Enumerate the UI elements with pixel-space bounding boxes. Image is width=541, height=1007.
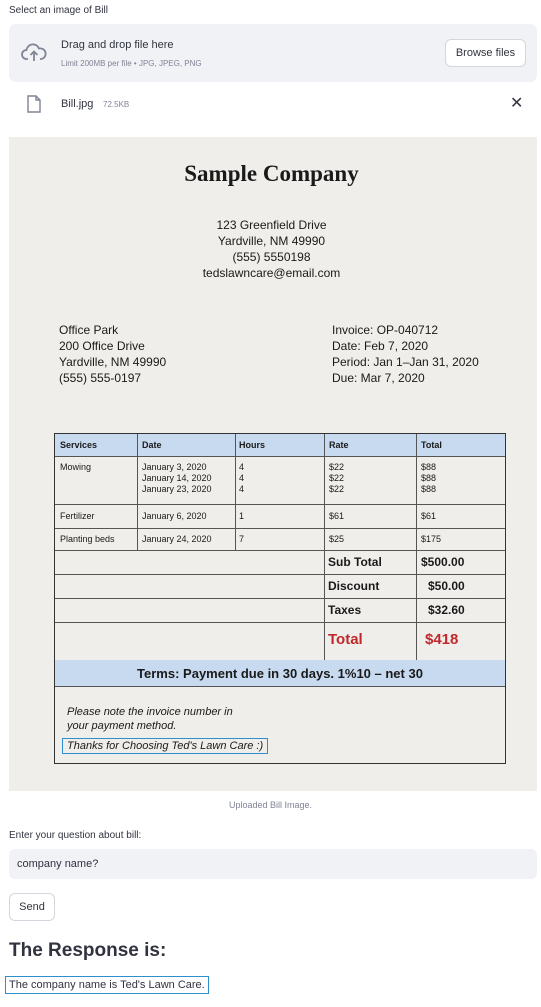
table-cell: 4 4 4 (239, 462, 245, 494)
table-cell: 7 (239, 534, 245, 544)
thanks-text: Thanks for Choosing Ted's Lawn Care :) (62, 738, 269, 754)
response-text: The company name is Ted's Lawn Care. (5, 976, 209, 994)
invoice-info-line: Invoice: OP-040712 (332, 323, 439, 337)
response-title: The Response is: (9, 940, 167, 961)
uploader-label: Select an image of Bill (9, 5, 108, 16)
taxes-label: Taxes (328, 603, 362, 617)
file-icon (27, 95, 41, 113)
bill-to-line: Office Park (59, 323, 119, 337)
table-cell: January 24, 2020 (142, 534, 212, 544)
bill-address-line: (555) 5550198 (232, 250, 311, 264)
invoice-table: Services Date Hours Rate Total Mowing Ja… (54, 433, 506, 764)
cloud-upload-icon (21, 42, 47, 64)
file-size: 72.5KB (103, 100, 130, 109)
table-cell: $61 (421, 511, 437, 521)
subtotal-value: $500.00 (421, 555, 465, 569)
table-cell: $88 $88 $88 (421, 462, 437, 494)
bill-company-name: Sample Company (184, 161, 359, 186)
bill-image: Sample Company 123 Greenfield Drive Yard… (9, 137, 537, 791)
bill-address-line: tedslawncare@email.com (202, 266, 341, 280)
bill-to-line: 200 Office Drive (59, 339, 145, 353)
invoice-info-line: Due: Mar 7, 2020 (332, 371, 425, 385)
close-icon[interactable]: ✕ (510, 96, 523, 112)
table-cell: Mowing (60, 462, 92, 472)
bill-address-line: 123 Greenfield Drive (216, 218, 327, 232)
discount-value: $50.00 (428, 579, 465, 593)
invoice-info-line: Date: Feb 7, 2020 (332, 339, 429, 353)
table-cell: $25 (329, 534, 345, 544)
table-cell: $22 $22 $22 (329, 462, 345, 494)
table-cell: January 6, 2020 (142, 511, 207, 521)
bill-to-block: Office Park 200 Office Drive Yardville, … (59, 322, 166, 386)
send-button[interactable]: Send (9, 893, 55, 921)
table-header: Hours (239, 440, 266, 450)
file-name: Bill.jpg (61, 98, 94, 110)
table-cell: January 3, 2020 January 14, 2020 January… (142, 462, 212, 494)
invoice-info-block: Invoice: OP-040712 Date: Feb 7, 2020 Per… (332, 322, 479, 386)
drop-title: Drag and drop file here (61, 39, 174, 51)
drop-limit-text: Limit 200MB per file • JPG, JPEG, PNG (61, 59, 202, 68)
discount-label: Discount (328, 579, 380, 593)
table-header: Total (421, 440, 442, 450)
uploaded-file-row: Bill.jpg 72.5KB ✕ (0, 94, 541, 116)
total-label: Total (328, 631, 363, 648)
image-caption: Uploaded Bill Image. (228, 800, 313, 810)
subtotal-label: Sub Total (328, 555, 382, 569)
table-cell: Fertilizer (60, 511, 95, 521)
table-cell: Planting beds (60, 534, 115, 544)
bill-to-line: Yardville, NM 49990 (59, 355, 167, 369)
question-label: Enter your question about bill: (9, 830, 142, 841)
note-line: Please note the invoice number in (67, 706, 233, 718)
bill-to-line: (555) 555-0197 (59, 371, 142, 385)
file-dropzone[interactable]: Drag and drop file here Limit 200MB per … (9, 24, 537, 82)
table-header: Date (142, 440, 162, 450)
total-value: $418 (425, 631, 459, 648)
payment-terms: Terms: Payment due in 30 days. 1%10 – ne… (55, 660, 505, 686)
note-line: your payment method. (67, 720, 177, 732)
table-cell: $175 (421, 534, 442, 544)
question-input[interactable] (9, 849, 537, 879)
table-header: Rate (329, 440, 349, 450)
table-cell: 1 (239, 511, 245, 521)
table-cell: $61 (329, 511, 345, 521)
browse-files-button[interactable]: Browse files (445, 39, 526, 67)
taxes-value: $32.60 (428, 603, 465, 617)
invoice-info-line: Period: Jan 1–Jan 31, 2020 (332, 355, 479, 369)
bill-address-line: Yardville, NM 49990 (217, 234, 326, 248)
table-header: Services (60, 440, 98, 450)
